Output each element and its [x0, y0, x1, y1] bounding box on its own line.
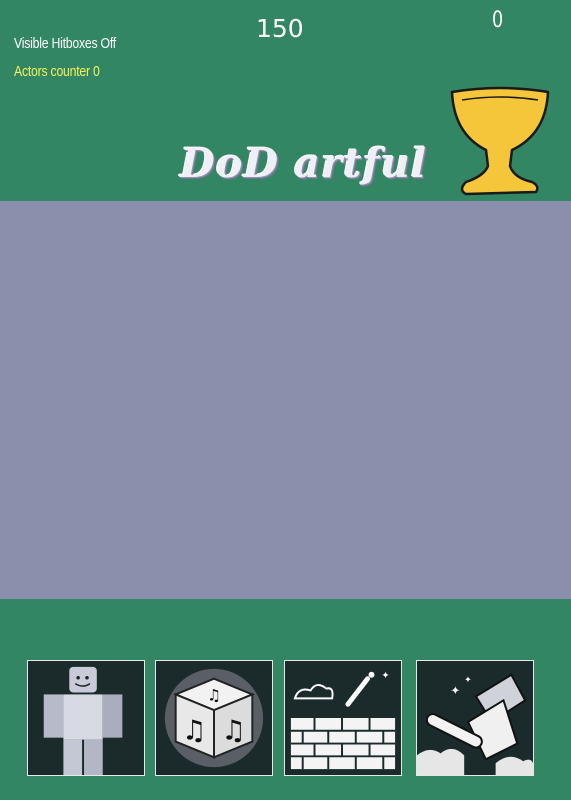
svg-text:✦: ✦	[464, 676, 472, 686]
svg-text:♫: ♫	[207, 685, 221, 704]
svg-text:✦: ✦	[381, 671, 389, 682]
svg-text:♫: ♫	[221, 715, 246, 747]
brick-wall-icon: ✦	[285, 661, 401, 775]
score-counter: 150	[256, 14, 304, 43]
play-area[interactable]	[0, 201, 571, 599]
tool-roblox-character[interactable]	[27, 660, 145, 776]
coins-counter: 0	[492, 8, 504, 33]
tool-music-dice[interactable]: ♫ ♫ ♫	[155, 660, 273, 776]
roblox-character-icon	[28, 661, 144, 775]
music-dice-icon: ♫ ♫ ♫	[156, 661, 272, 775]
hitboxes-toggle-label[interactable]: Visible Hitboxes Off	[14, 35, 116, 52]
svg-text:♫: ♫	[182, 715, 207, 747]
tool-brick-wall[interactable]: ✦	[284, 660, 402, 776]
tool-hammer-smash[interactable]: ✦ ✦	[416, 660, 534, 776]
game-title: DoD artful	[180, 140, 427, 187]
svg-text:✦: ✦	[450, 683, 460, 697]
trophy-icon[interactable]	[448, 86, 552, 196]
actors-counter: Actors counter 0	[14, 63, 100, 80]
hammer-smash-icon: ✦ ✦	[417, 661, 533, 775]
